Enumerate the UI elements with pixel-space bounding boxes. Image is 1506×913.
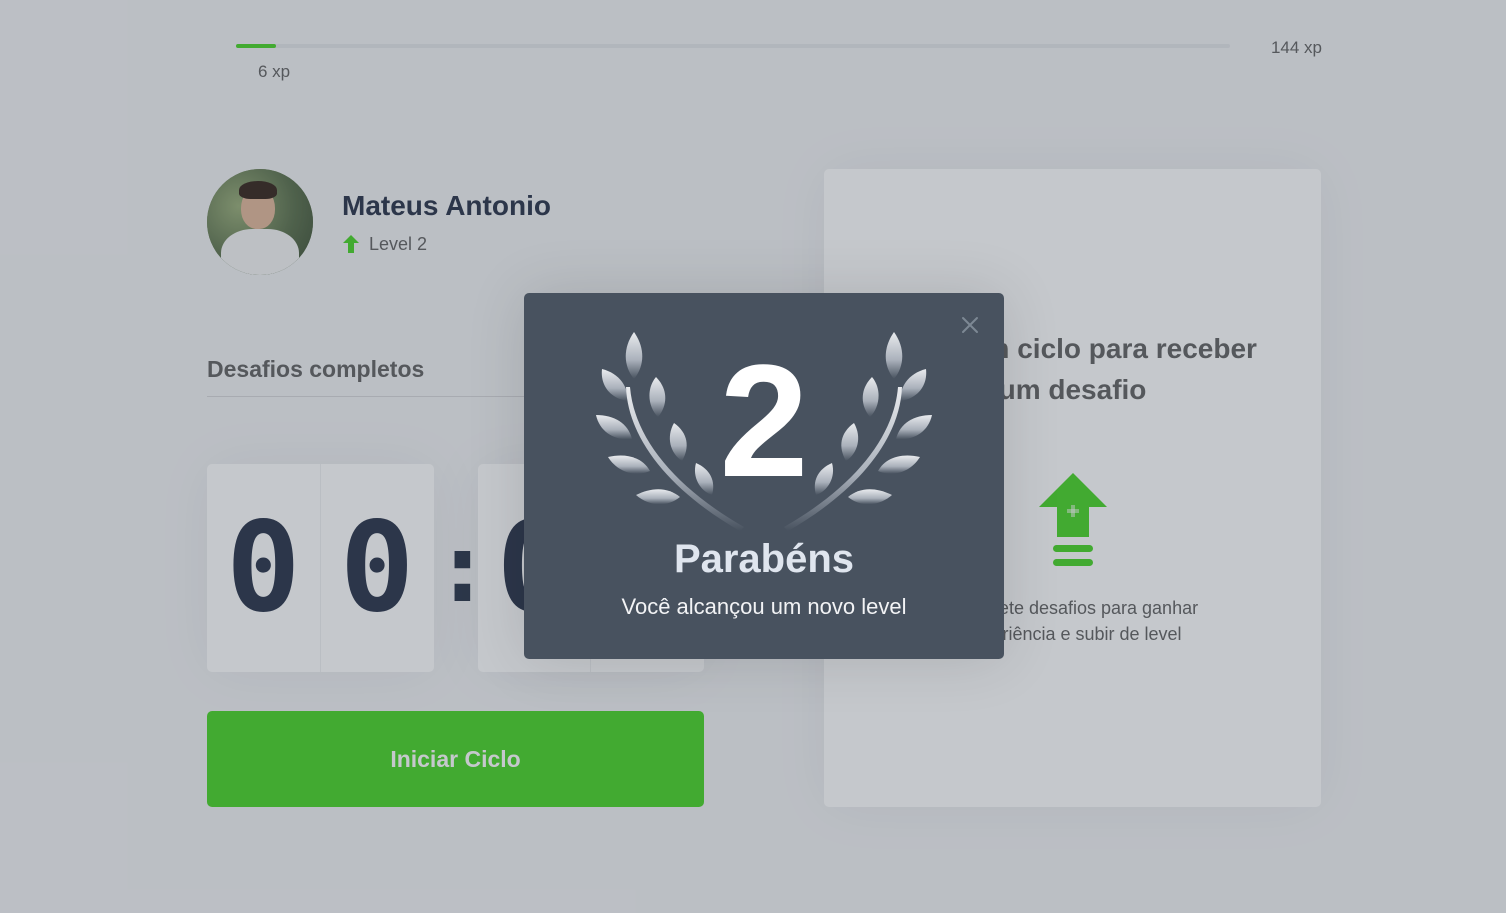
modal-message: Você alcançou um novo level bbox=[621, 594, 907, 619]
modal-title: Parabéns bbox=[673, 537, 855, 581]
new-level-number: 2 bbox=[719, 331, 809, 510]
app-page: 6 xp 144 xp Mateus Antonio Level 2 Desaf… bbox=[0, 0, 1506, 913]
close-button[interactable] bbox=[958, 313, 982, 337]
close-icon bbox=[962, 317, 978, 333]
level-up-modal: 2 Parabéns Você alcançou um novo level bbox=[524, 293, 1004, 659]
